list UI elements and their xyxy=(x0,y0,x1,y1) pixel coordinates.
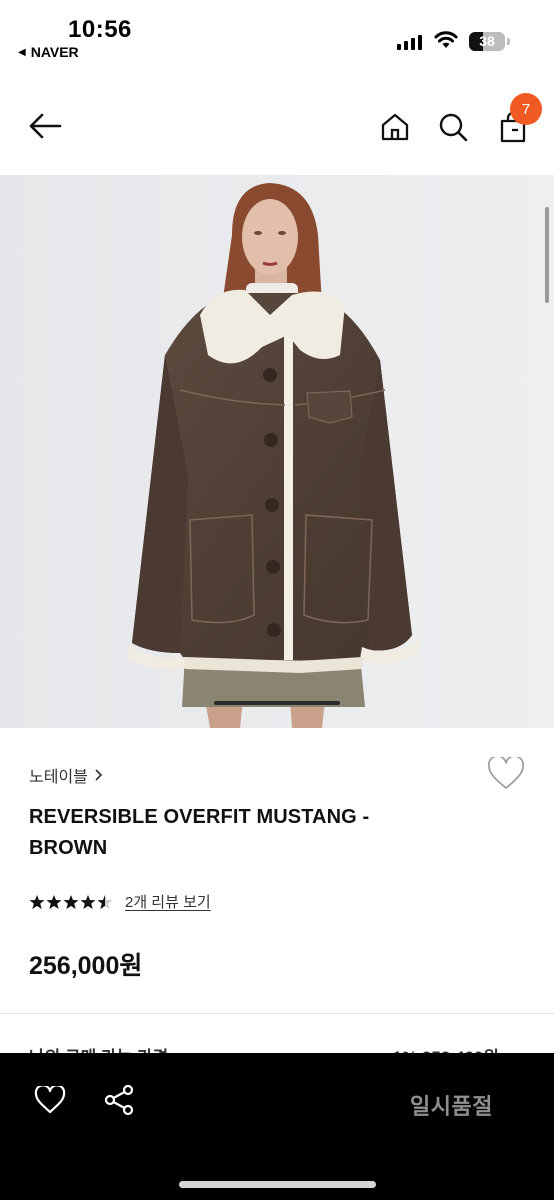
wifi-icon xyxy=(434,31,458,48)
search-button[interactable] xyxy=(434,108,472,146)
app-header xyxy=(0,74,554,174)
image-slide-indicator xyxy=(214,701,340,705)
battery-cap xyxy=(507,38,510,45)
brand-name: 노테이블 xyxy=(29,769,88,786)
cart-count-badge: 7 xyxy=(510,93,542,125)
share-button[interactable] xyxy=(102,1083,136,1122)
star-icon xyxy=(29,894,45,909)
back-triangle-icon: ◀ xyxy=(18,46,26,58)
product-title-line2: BROWN xyxy=(29,837,108,859)
signal-icon xyxy=(397,34,422,50)
product-price: 256,000원 xyxy=(29,952,143,980)
back-app-label: NAVER xyxy=(30,44,79,60)
back-arrow-icon xyxy=(29,113,62,139)
heart-outline-icon xyxy=(487,755,525,789)
home-button[interactable] xyxy=(376,108,414,146)
sold-out-button[interactable]: 일시품절 xyxy=(410,1089,493,1121)
search-icon xyxy=(439,113,468,142)
status-bar: 10:56 ◀ NAVER 38 xyxy=(0,0,554,74)
star-half-icon xyxy=(97,894,113,909)
heart-icon xyxy=(34,1084,66,1114)
product-title-line1: REVERSIBLE OVERFIT MUSTANG - xyxy=(29,806,370,828)
home-icon xyxy=(381,113,409,141)
like-button[interactable] xyxy=(34,1084,66,1119)
star-icon xyxy=(46,894,62,909)
star-icon xyxy=(63,894,79,909)
rating-stars xyxy=(29,894,113,910)
share-icon xyxy=(104,1084,134,1116)
page-scrollbar[interactable] xyxy=(545,207,549,303)
chevron-right-icon xyxy=(95,769,103,781)
section-divider xyxy=(0,1013,554,1014)
wishlist-button[interactable] xyxy=(487,755,525,796)
back-button[interactable] xyxy=(22,106,68,146)
battery-level: 38 xyxy=(479,33,495,49)
home-indicator[interactable] xyxy=(179,1181,376,1188)
status-time: 10:56 xyxy=(68,16,132,43)
rating-row: 2개 리뷰 보기 xyxy=(29,891,211,912)
product-photo xyxy=(0,175,554,728)
bottom-action-bar: 일시품절 xyxy=(0,1053,554,1200)
back-to-app-link[interactable]: ◀ NAVER xyxy=(18,44,79,60)
reviews-link[interactable]: 2개 리뷰 보기 xyxy=(125,891,211,912)
battery-icon: 38 xyxy=(469,32,505,51)
brand-link[interactable]: 노테이블 xyxy=(29,763,103,787)
product-image[interactable] xyxy=(0,175,554,728)
product-title: REVERSIBLE OVERFIT MUSTANG - BROWN xyxy=(29,802,429,864)
star-icon xyxy=(80,894,96,909)
